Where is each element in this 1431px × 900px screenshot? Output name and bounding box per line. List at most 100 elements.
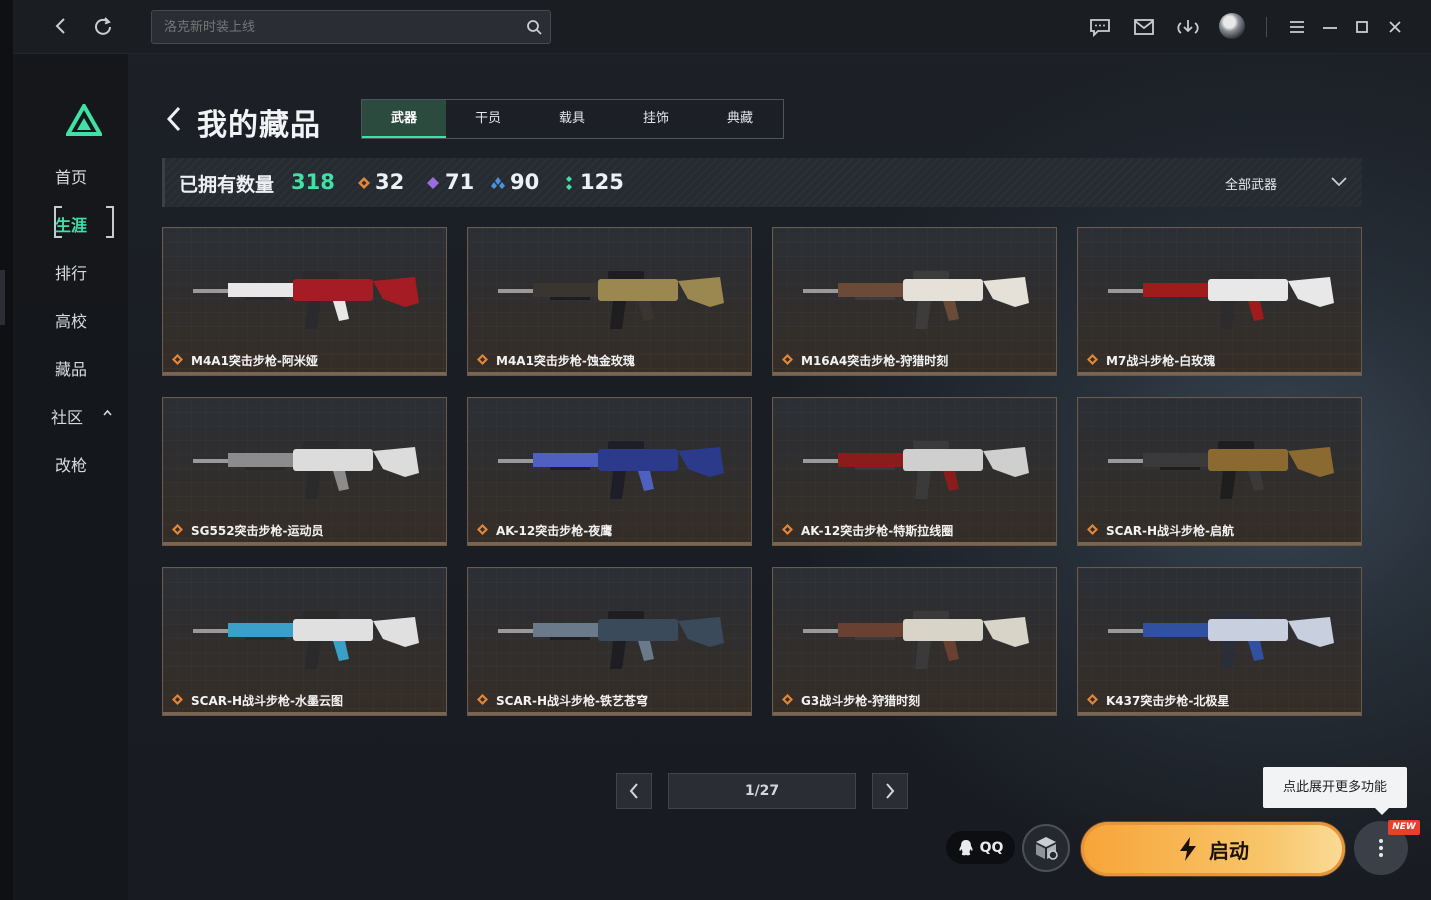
orange-rarity-icon [782,354,793,365]
weapon-name: SCAR-H战斗步枪-启航 [1106,524,1234,538]
orange-rarity-icon [782,524,793,535]
weapon-name: M4A1突击步枪-蚀金玫瑰 [496,354,635,368]
sidebar-item-collection[interactable]: 藏品 [0,356,142,380]
maximize-button[interactable] [1351,16,1373,38]
weapon-image [498,611,724,669]
tab-operators[interactable]: 干员 [446,100,530,138]
qq-button[interactable]: QQ [946,831,1015,864]
accelerator-button[interactable] [1022,824,1070,872]
chevron-left-icon [629,783,638,799]
orange-count: 32 [375,170,405,194]
search-button[interactable] [523,16,545,38]
chat-button[interactable] [1088,16,1112,38]
weapon-card[interactable]: M7战斗步枪-白玫瑰 [1077,227,1362,376]
blue-rarity-icon [491,177,505,189]
green-rarity-icon [566,176,572,190]
avatar[interactable] [1219,13,1245,39]
rarity-strip [1078,372,1361,375]
weapon-image [498,271,724,329]
blue-count: 90 [510,170,540,194]
weapon-name: AK-12突击步枪-夜鹰 [496,524,613,538]
category-tabs: 武器 干员 载具 挂饰 典藏 [361,99,784,139]
sidebar-item-gunsmith[interactable]: 改枪 [0,452,142,476]
purple-count: 71 [445,170,475,194]
weapon-filter-dropdown[interactable]: 全部武器 [1225,174,1277,193]
chevron-down-icon[interactable] [1331,177,1347,187]
prev-page-button[interactable] [616,773,652,809]
page-indicator: 1/27 [668,773,856,809]
qq-icon [959,839,973,855]
page-back-icon[interactable] [165,106,183,132]
rarity-strip [163,372,446,375]
stats-bar: 已拥有数量 318 32 71 90 125 全部武器 [162,158,1362,207]
sidebar-item-college[interactable]: 高校 [0,308,142,332]
rarity-strip [468,712,751,715]
top-bar [13,0,1431,54]
sidebar-item-ranking[interactable]: 排行 [0,260,142,284]
close-button[interactable] [1384,16,1406,38]
weapon-image [803,441,1029,499]
sidebar-item-home[interactable]: 首页 [0,164,142,188]
weapon-card[interactable]: G3战斗步枪-狩猎时刻 [772,567,1057,716]
qq-label: QQ [979,839,1004,856]
minimize-icon [1323,27,1337,29]
green-count: 125 [580,170,624,194]
sidebar-item-career[interactable]: 生涯 [0,212,142,236]
orange-rarity-icon [782,694,793,705]
purple-rarity-icon [427,177,439,189]
refresh-button[interactable] [91,14,115,38]
refresh-icon [95,17,111,35]
orange-rarity-icon [172,694,183,705]
back-button[interactable] [49,14,73,38]
rarity-strip [773,712,1056,715]
weapon-card[interactable]: M16A4突击步枪-狩猎时刻 [772,227,1057,376]
weapon-image [498,441,724,499]
orange-rarity-icon [477,354,488,365]
weapon-image [803,611,1029,669]
weapon-name: G3战斗步枪-狩猎时刻 [801,694,921,708]
weapon-card[interactable]: SG552突击步枪-运动员 [162,397,447,546]
orange-rarity-icon [1087,694,1098,705]
weapon-name: M4A1突击步枪-阿米娅 [191,354,318,368]
weapon-card[interactable]: AK-12突击步枪-特斯拉线圈 [772,397,1057,546]
rarity-strip [163,542,446,545]
tab-weapons[interactable]: 武器 [362,100,446,138]
close-icon [1389,21,1401,33]
download-icon [1177,20,1199,34]
weapon-name: AK-12突击步枪-特斯拉线圈 [801,524,954,538]
weapon-card[interactable]: K437突击步枪-北极星 [1077,567,1362,716]
weapon-card[interactable]: AK-12突击步枪-夜鹰 [467,397,752,546]
new-badge: NEW [1388,820,1420,835]
next-page-button[interactable] [872,773,908,809]
logo-icon [66,104,102,136]
tab-vehicles[interactable]: 载具 [530,100,614,138]
weapon-image [1108,271,1334,329]
minimize-button[interactable] [1319,16,1341,38]
weapon-card[interactable]: SCAR-H战斗步枪-铁艺苍穹 [467,567,752,716]
weapon-card[interactable]: M4A1突击步枪-蚀金玫瑰 [467,227,752,376]
orange-rarity-icon [358,177,370,189]
mail-icon [1134,19,1154,35]
weapon-card[interactable]: SCAR-H战斗步枪-启航 [1077,397,1362,546]
weapon-name: SG552突击步枪-运动员 [191,524,324,538]
sidebar-item-community[interactable]: 社区 [0,404,138,428]
weapon-card[interactable]: M4A1突击步枪-阿米娅 [162,227,447,376]
rarity-strip [468,542,751,545]
rarity-strip [1078,712,1361,715]
rarity-strip [163,712,446,715]
tab-premium[interactable]: 典藏 [698,100,782,138]
mail-button[interactable] [1132,16,1156,38]
chevron-left-icon [55,18,65,34]
download-button[interactable] [1175,16,1201,38]
orange-rarity-icon [172,524,183,535]
weapon-card[interactable]: SCAR-H战斗步枪-水墨云图 [162,567,447,716]
search-input[interactable] [151,10,551,44]
tab-charms[interactable]: 挂饰 [614,100,698,138]
launch-button[interactable]: 启动 [1081,822,1345,876]
menu-button[interactable] [1286,16,1308,38]
page-title: 我的藏品 [197,108,321,143]
owned-label: 已拥有数量 [179,174,275,196]
divider [1266,17,1267,37]
rarity-strip [773,542,1056,545]
weapon-image [1108,611,1334,669]
